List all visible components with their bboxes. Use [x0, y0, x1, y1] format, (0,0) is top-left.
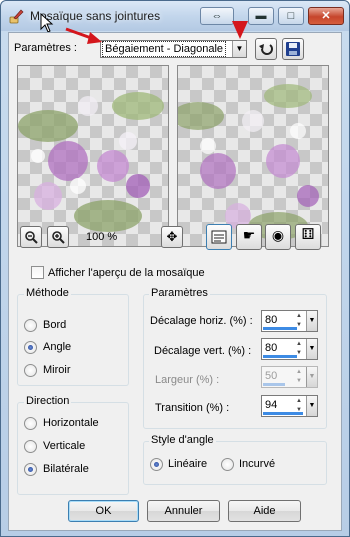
direction-group: Direction Horizontale Verticale Bilatéra… — [17, 395, 129, 495]
preset-value: Bégaiement - Diagonale — [101, 41, 227, 57]
toggle-preview-button[interactable] — [206, 224, 232, 250]
width-spinner[interactable]: 50 ▲ ▼ ▼ — [261, 366, 318, 388]
zoom-out-button[interactable] — [20, 226, 42, 248]
methode-option-angle: Angle — [43, 341, 72, 353]
dialog-window: Mosaïque sans jointures ⇔ ▬ □ ✕ Paramètr… — [0, 0, 350, 537]
direction-group-title: Direction — [24, 395, 72, 407]
app-brush-icon — [9, 9, 24, 24]
direction-option-horizontale: Horizontale — [43, 417, 99, 429]
reset-preset-button[interactable] — [255, 38, 277, 60]
zoom-in-icon — [52, 231, 65, 244]
dialog-body: Paramètres : Bégaiement - Diagonale ▼ 10… — [8, 21, 342, 531]
parametres-group-title: Paramètres — [149, 287, 210, 299]
width-value: 50 — [265, 370, 278, 382]
chevron-down-icon[interactable]: ▼ — [306, 339, 317, 359]
transition-label: Transition (%) : — [155, 402, 230, 414]
width-level[interactable] — [263, 383, 285, 386]
direction-radio-horizontale[interactable] — [24, 417, 37, 430]
chevron-down-icon[interactable]: ▼ — [306, 311, 317, 331]
restore-size-button[interactable]: ⇔ — [200, 7, 234, 25]
methode-radio-bord[interactable] — [24, 319, 37, 332]
zoom-out-icon — [25, 231, 38, 244]
flower-tiled-image — [178, 84, 319, 240]
floppy-disk-icon — [286, 42, 300, 56]
move-icon: ✥ — [166, 229, 178, 244]
dice-icon: ⚅ — [301, 226, 315, 243]
vertical-offset-label: Décalage vert. (%) : — [154, 345, 252, 357]
tile-preview-checkbox[interactable] — [31, 266, 44, 279]
corner-style-group: Style d'angle Linéaire Incurvé — [143, 434, 327, 485]
vertical-offset-level[interactable] — [263, 355, 297, 358]
width-label: Largeur (%) : — [155, 374, 220, 386]
preview-before[interactable] — [17, 65, 169, 247]
eye-icon: ◉ — [271, 227, 285, 243]
transition-value: 94 — [265, 399, 278, 411]
corner-style-option-lineaire: Linéaire — [168, 458, 208, 470]
parametres-group: Paramètres Décalage horiz. (%) : 80 ▲ ▼ ▼… — [143, 287, 327, 429]
hand-icon: ☛ — [242, 227, 256, 243]
corner-style-radio-incurve[interactable] — [221, 458, 234, 471]
corner-style-group-title: Style d'angle — [149, 434, 216, 446]
tile-preview-label: Afficher l'aperçu de la mosaïque — [48, 267, 205, 279]
methode-option-miroir: Miroir — [43, 364, 71, 376]
annotation-arrow-icon — [65, 27, 102, 44]
vertical-offset-spinner[interactable]: 80 ▲ ▼ ▼ — [261, 338, 318, 360]
help-button[interactable]: Aide — [228, 500, 301, 522]
maximize-button[interactable]: □ — [278, 7, 304, 25]
minimize-button[interactable]: ▬ — [248, 7, 274, 25]
hand-button[interactable]: ☛ — [236, 224, 262, 250]
direction-radio-verticale[interactable] — [24, 440, 37, 453]
preview-window-icon — [211, 230, 227, 244]
annotation-arrow-down-icon — [232, 21, 248, 39]
methode-option-bord: Bord — [43, 319, 67, 331]
preview-after[interactable] — [177, 65, 329, 247]
cancel-button[interactable]: Annuler — [147, 500, 220, 522]
randomize-button[interactable]: ⚅ — [295, 224, 321, 250]
direction-option-verticale: Verticale — [43, 440, 86, 452]
preset-dropdown[interactable]: Bégaiement - Diagonale ▼ — [100, 40, 247, 58]
methode-radio-miroir[interactable] — [24, 364, 37, 377]
title-bar[interactable]: Mosaïque sans jointures ⇔ ▬ □ ✕ — [1, 1, 349, 33]
direction-radio-bilaterale[interactable] — [24, 463, 37, 476]
spin-arrows-icon[interactable]: ▲ ▼ — [294, 368, 304, 386]
transition-level[interactable] — [263, 412, 303, 415]
horizontal-offset-label: Décalage horiz. (%) : — [150, 315, 253, 327]
close-button[interactable]: ✕ — [308, 7, 344, 25]
horizontal-offset-spinner[interactable]: 80 ▲ ▼ ▼ — [261, 310, 318, 332]
eye-button[interactable]: ◉ — [265, 224, 291, 250]
save-preset-button[interactable] — [282, 38, 304, 60]
horizontal-offset-value: 80 — [265, 314, 278, 326]
undo-icon — [259, 44, 273, 55]
methode-group: Méthode Bord Angle Miroir — [17, 287, 129, 386]
methode-radio-angle[interactable] — [24, 341, 37, 354]
flower-image — [18, 92, 164, 232]
transition-spinner[interactable]: 94 ▲ ▼ ▼ — [261, 395, 318, 417]
zoom-in-button[interactable] — [47, 226, 69, 248]
direction-option-bilaterale: Bilatérale — [43, 463, 89, 475]
zoom-level: 100 % — [86, 231, 118, 243]
corner-style-option-incurve: Incurvé — [239, 458, 276, 470]
chevron-down-icon[interactable]: ▼ — [232, 41, 246, 57]
chevron-down-icon[interactable]: ▼ — [306, 367, 317, 387]
vertical-offset-value: 80 — [265, 342, 278, 354]
horizontal-offset-level[interactable] — [263, 327, 297, 330]
ok-button[interactable]: OK — [68, 500, 139, 522]
methode-group-title: Méthode — [24, 287, 71, 299]
corner-style-radio-lineaire[interactable] — [150, 458, 163, 471]
pan-button[interactable]: ✥ — [161, 226, 183, 248]
chevron-down-icon[interactable]: ▼ — [306, 396, 317, 416]
